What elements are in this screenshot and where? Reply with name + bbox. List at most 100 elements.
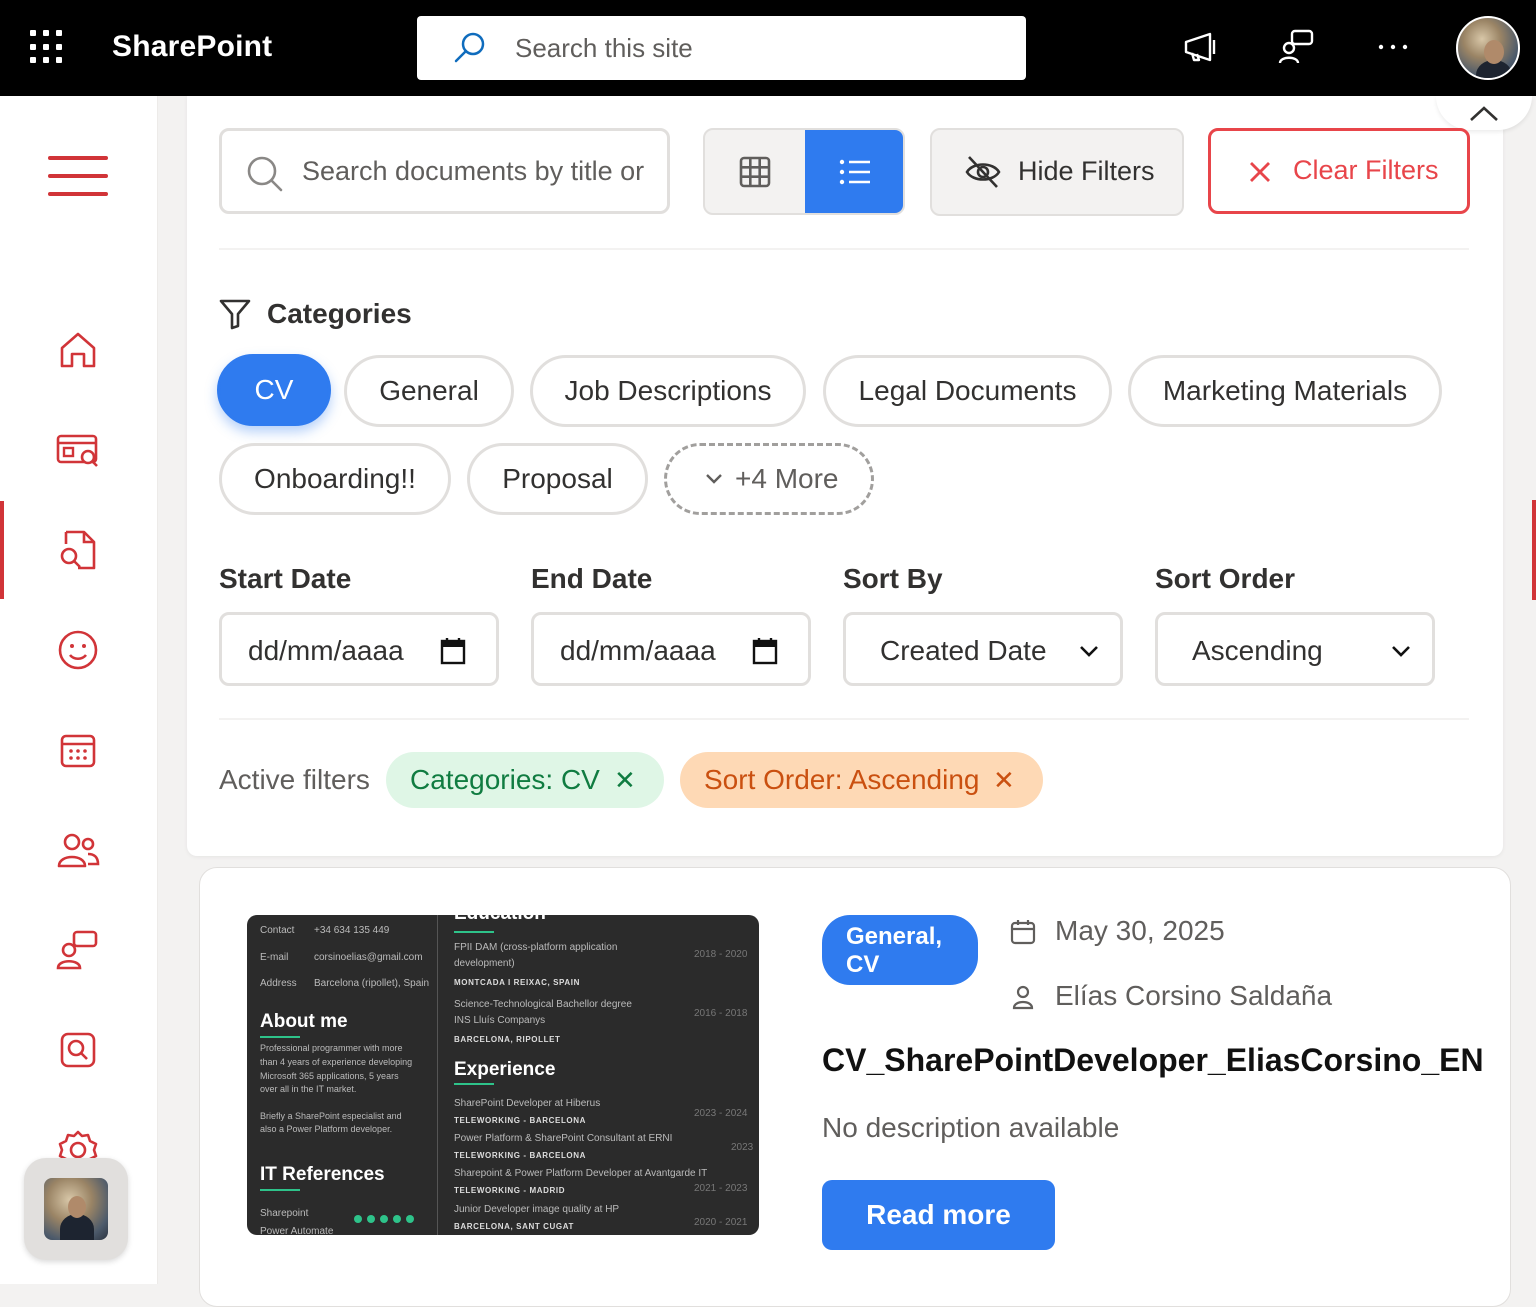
chevron-down-icon xyxy=(706,474,722,484)
cv-education-title: development) xyxy=(454,958,515,969)
cv-contact-key: E-mail xyxy=(260,952,289,963)
cv-experience-years: 2023 xyxy=(731,1142,754,1153)
home-icon[interactable] xyxy=(54,326,102,374)
start-date-value: dd/mm/aaaa xyxy=(248,635,404,666)
read-more-button[interactable]: Read more xyxy=(822,1180,1055,1250)
document-title[interactable]: CV_SharePointDeveloper_EliasCorsino_EN xyxy=(822,1042,1484,1079)
eye-off-icon xyxy=(965,156,1001,188)
cv-experience-title: Sharepoint & Power Platform Developer at… xyxy=(454,1168,708,1179)
chat-people-icon[interactable] xyxy=(54,926,102,974)
cv-experience-years: 2020 - 2021 xyxy=(694,1217,748,1228)
sort-order-label: Sort Order xyxy=(1155,563,1296,594)
cv-contact-key: Contact xyxy=(260,925,295,936)
chevron-down-icon xyxy=(1080,646,1098,657)
category-chip-job-descriptions[interactable]: Job Descriptions xyxy=(530,355,806,427)
sort-by-select[interactable]: Created Date xyxy=(843,612,1123,686)
search-icon[interactable] xyxy=(54,1026,102,1074)
category-chip-general[interactable]: General xyxy=(344,355,514,427)
user-profile-card[interactable] xyxy=(24,1158,128,1260)
more-icon[interactable] xyxy=(1372,26,1414,68)
cv-experience-place: TELEWORKING - BARCELONA xyxy=(454,1151,587,1160)
cv-experience-place: TELEWORKING - BARCELONA xyxy=(454,1116,587,1125)
calendar-icon[interactable] xyxy=(752,637,778,665)
category-chip-cv[interactable]: CV xyxy=(217,354,331,426)
cv-contact-value: corsinoelias@gmail.com xyxy=(314,952,423,963)
grid-icon xyxy=(739,156,771,188)
cv-education-place: MONTCADA I REIXAC, SPAIN xyxy=(454,978,580,987)
remove-filter-icon[interactable]: ✕ xyxy=(993,752,1015,808)
thumbnail-divider xyxy=(437,915,438,1235)
clear-filters-button[interactable]: Clear Filters xyxy=(1208,128,1470,214)
cv-education-place: BARCELONA, RIPOLLET xyxy=(454,1035,561,1044)
document-search-field[interactable] xyxy=(219,128,670,214)
document-search-input[interactable] xyxy=(302,151,652,191)
cv-contact-key: Address xyxy=(260,978,297,989)
categories-title: Categories xyxy=(267,298,412,329)
calendar-icon[interactable] xyxy=(54,726,102,774)
people-icon[interactable] xyxy=(54,826,102,874)
app-name[interactable]: SharePoint xyxy=(112,30,272,64)
cv-reference-item: Sharepoint xyxy=(260,1208,309,1219)
clear-filters-label: Clear Filters xyxy=(1293,155,1439,185)
document-thumbnail[interactable]: Contact +34 634 135 449 E-mail corsinoel… xyxy=(247,915,759,1235)
site-search-box[interactable]: Search this site xyxy=(417,16,1026,80)
category-chip-legal-documents[interactable]: Legal Documents xyxy=(823,355,1112,427)
cv-underline xyxy=(454,1083,494,1085)
end-date-input[interactable]: dd/mm/aaaa xyxy=(531,612,811,686)
active-nav-indicator xyxy=(0,501,4,599)
active-filter-text: Sort Order: Ascending xyxy=(704,764,980,795)
right-edge-indicator xyxy=(1532,500,1536,600)
site-search-placeholder: Search this site xyxy=(515,33,693,63)
category-chip-proposal[interactable]: Proposal xyxy=(467,443,648,515)
filter-icon xyxy=(219,299,251,330)
cv-underline xyxy=(260,1189,300,1191)
chevron-up-icon xyxy=(1470,106,1498,121)
search-icon xyxy=(247,156,283,192)
active-filter-tag-category: Categories: CV ✕ xyxy=(386,752,664,808)
document-date: May 30, 2025 xyxy=(1055,915,1225,946)
cv-contact-value: +34 634 135 449 xyxy=(314,925,390,936)
suite-header: SharePoint Search this site xyxy=(0,0,1536,96)
smiley-icon[interactable] xyxy=(54,626,102,674)
cv-experience-place: TELEWORKING - MADRID xyxy=(454,1186,566,1195)
active-filter-tag-sort-order: Sort Order: Ascending ✕ xyxy=(680,752,1043,808)
more-categories-button[interactable]: +4 More xyxy=(664,443,874,515)
hide-filters-label: Hide Filters xyxy=(1018,156,1155,186)
cv-experience-place: BARCELONA, SANT CUGAT xyxy=(454,1222,575,1231)
list-view-button[interactable] xyxy=(805,130,903,213)
calendar-icon[interactable] xyxy=(440,637,466,665)
more-categories-label: +4 More xyxy=(735,463,839,494)
cv-contact-value: Barcelona (ripollet), Spain xyxy=(314,978,430,989)
cv-experience-years: 2023 - 2024 xyxy=(694,1108,748,1119)
sort-order-select[interactable]: Ascending xyxy=(1155,612,1435,686)
list-icon xyxy=(839,159,870,185)
megaphone-icon[interactable] xyxy=(1180,26,1222,68)
grid-view-button[interactable] xyxy=(705,130,805,213)
chat-icon[interactable] xyxy=(1276,26,1318,68)
cv-experience-title: Junior Developer image quality at HP xyxy=(454,1204,620,1215)
cv-about-line: Professional programmer with more xyxy=(260,1043,403,1053)
cv-education-years: 2016 - 2018 xyxy=(694,1008,748,1019)
news-icon[interactable] xyxy=(54,426,102,474)
active-filters-label: Active filters xyxy=(219,764,370,795)
document-search-icon[interactable] xyxy=(54,526,102,574)
category-chip-onboarding[interactable]: Onboarding!! xyxy=(219,443,451,515)
waffle-icon[interactable] xyxy=(30,30,64,64)
start-date-input[interactable]: dd/mm/aaaa xyxy=(219,612,499,686)
cv-experience-years: 2021 - 2023 xyxy=(694,1183,748,1194)
user-avatar[interactable] xyxy=(1456,16,1520,80)
hide-filters-button[interactable]: Hide Filters xyxy=(930,128,1184,216)
cv-about-line: also a Power Platform developer. xyxy=(260,1124,393,1134)
remove-filter-icon[interactable]: ✕ xyxy=(614,752,636,808)
view-toggle xyxy=(703,128,905,215)
category-chip-marketing-materials[interactable]: Marketing Materials xyxy=(1128,355,1442,427)
cv-experience-title: SharePoint Developer at Hiberus xyxy=(454,1098,601,1109)
divider xyxy=(219,248,1469,250)
cv-about-heading: About me xyxy=(260,1011,348,1032)
cv-about-line: over all in the IT market. xyxy=(260,1084,357,1094)
menu-icon[interactable] xyxy=(48,156,108,210)
calendar-icon xyxy=(1010,920,1036,945)
cv-skill-dots xyxy=(354,1210,419,1228)
cv-education-years: 2018 - 2020 xyxy=(694,949,748,960)
chevron-down-icon xyxy=(1392,646,1410,657)
